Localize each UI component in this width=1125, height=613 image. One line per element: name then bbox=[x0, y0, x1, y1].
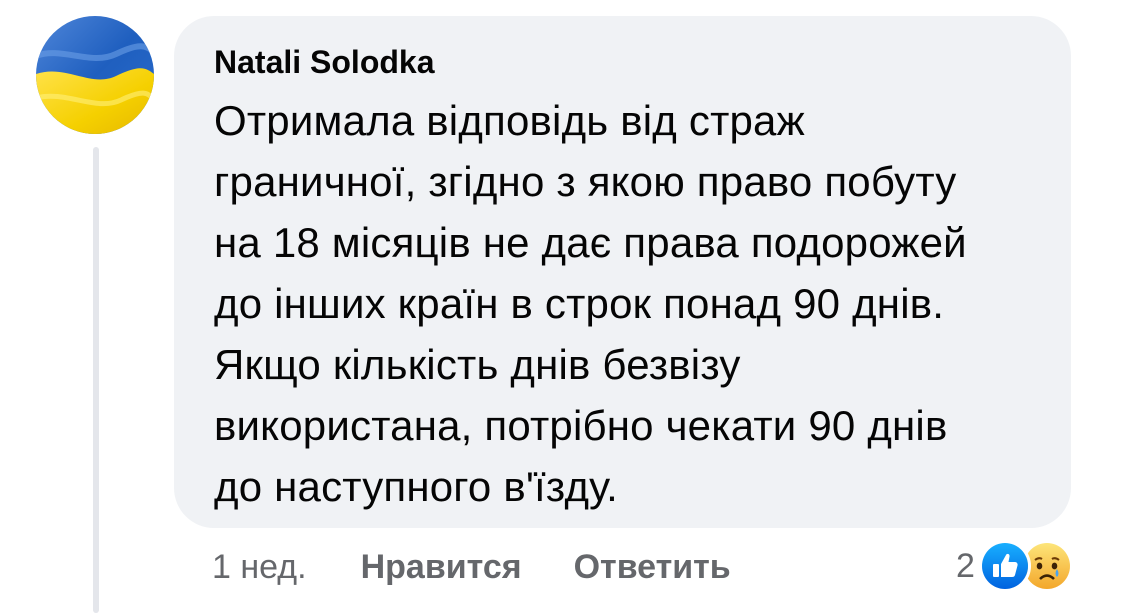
comment-text: Отримала відповідь від страж граничної, … bbox=[214, 97, 967, 510]
comment-actions: 1 нед. Нравится Ответить bbox=[212, 542, 783, 592]
ukraine-flag-avatar-image bbox=[36, 16, 154, 134]
reply-button[interactable]: Ответить bbox=[574, 548, 731, 587]
comment-timestamp[interactable]: 1 нед. bbox=[212, 548, 307, 587]
like-button[interactable]: Нравится bbox=[361, 548, 522, 587]
reaction-count: 2 bbox=[956, 546, 975, 585]
avatar[interactable] bbox=[36, 16, 154, 134]
reactions-summary[interactable]: 2 bbox=[956, 538, 1073, 594]
like-icon bbox=[978, 540, 1031, 592]
thread-line bbox=[93, 147, 99, 613]
comment-author[interactable]: Natali Solodka bbox=[214, 42, 1031, 82]
comment-bubble: Natali Solodka Отримала відповідь від ст… bbox=[174, 16, 1071, 528]
